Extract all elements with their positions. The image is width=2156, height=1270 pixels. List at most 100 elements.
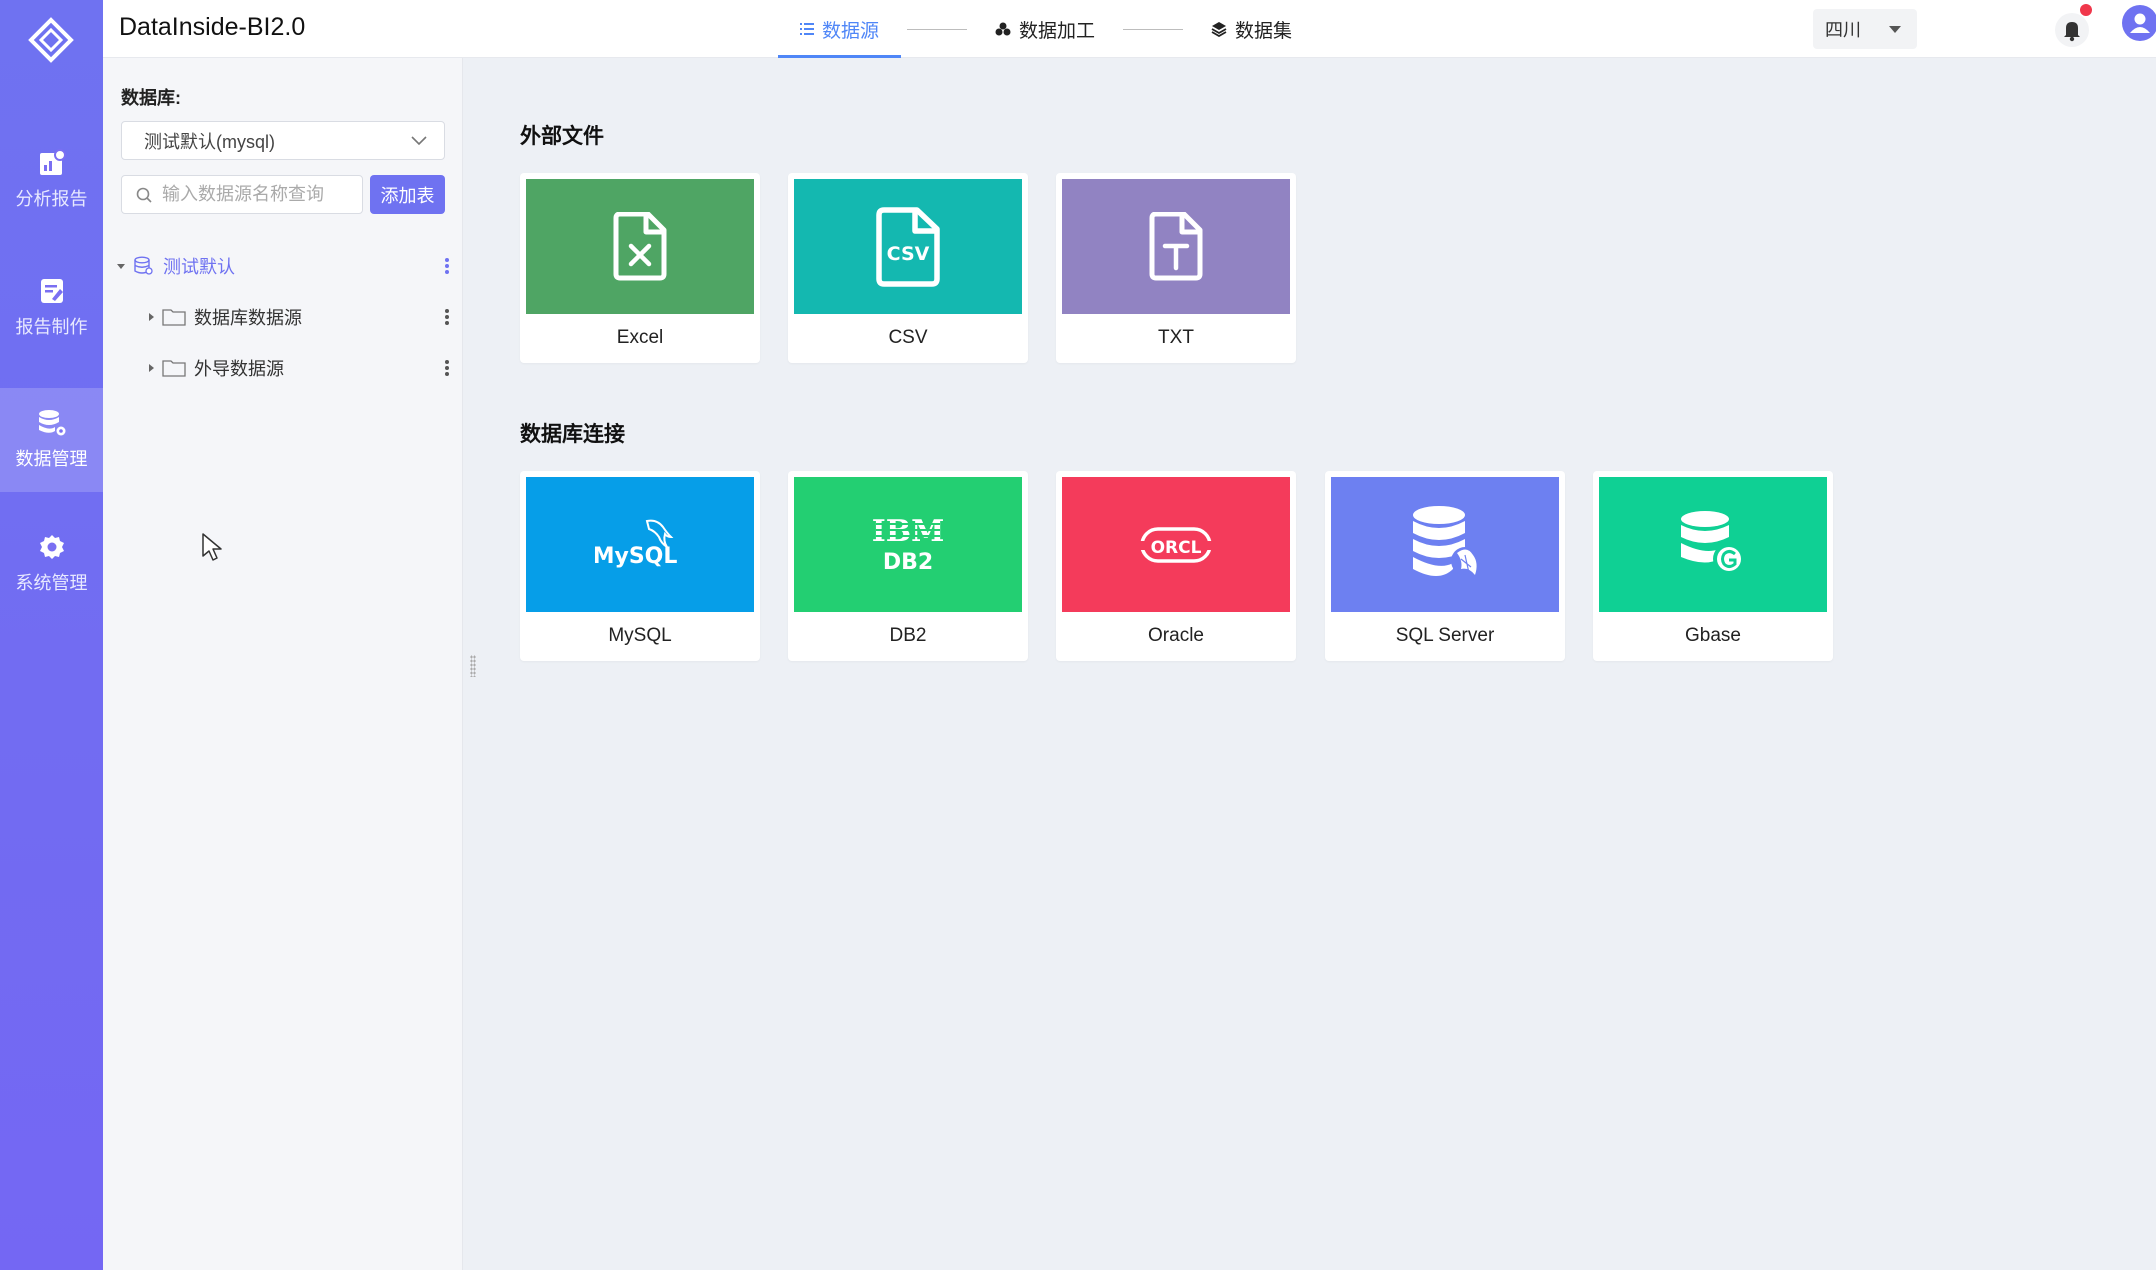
card-label: Excel bbox=[616, 327, 664, 348]
rail-item-label: 报告制作 bbox=[15, 317, 88, 337]
card-db2[interactable]: IBM DB2 DB2 bbox=[788, 471, 1028, 661]
list-icon bbox=[800, 23, 814, 35]
user-icon bbox=[2130, 13, 2150, 33]
add-table-button[interactable]: 添加表 bbox=[370, 175, 445, 214]
ibm-db2-logo-icon: IBM DB2 bbox=[872, 514, 945, 575]
app-logo-icon[interactable] bbox=[27, 16, 75, 64]
tab-data-source[interactable]: 数据源 bbox=[778, 0, 902, 58]
excel-file-icon bbox=[613, 211, 667, 280]
tab-data-processing[interactable]: 数据加工 bbox=[973, 0, 1117, 58]
card-label: Oracle bbox=[1148, 625, 1204, 646]
tile-excel bbox=[526, 179, 754, 314]
rail-item-system-management[interactable]: 系统管理 bbox=[0, 512, 103, 616]
sql-server-logo-icon bbox=[1413, 505, 1479, 576]
notification-badge bbox=[2080, 4, 2092, 16]
workflow-steps: 数据源 数据加工 数据集 bbox=[778, 0, 1314, 58]
edit-report-icon bbox=[40, 279, 63, 303]
chart-report-icon bbox=[39, 149, 66, 175]
tile-sql-server bbox=[1331, 477, 1559, 612]
gbase-logo-icon bbox=[1681, 510, 1745, 575]
caret-right-icon[interactable] bbox=[149, 313, 154, 321]
more-vertical-icon[interactable] bbox=[445, 258, 449, 274]
rail-item-label: 数据管理 bbox=[15, 449, 88, 469]
chevron-down-icon bbox=[411, 136, 427, 146]
database-settings-icon bbox=[38, 410, 65, 436]
svg-text:ORCL: ORCL bbox=[1151, 538, 1202, 558]
tree-node-database-source[interactable]: 数据库数据源 bbox=[103, 299, 463, 335]
tile-gbase bbox=[1599, 477, 1827, 612]
tile-db2: IBM DB2 bbox=[794, 477, 1022, 612]
database-icon bbox=[134, 256, 153, 275]
svg-text:MySQL: MySQL bbox=[595, 544, 677, 569]
tab-dataset[interactable]: 数据集 bbox=[1189, 0, 1314, 58]
app-title: DataInside-BI2.0 bbox=[119, 13, 306, 41]
card-txt[interactable]: TXT bbox=[1056, 173, 1296, 363]
notification-button[interactable] bbox=[2055, 13, 2089, 47]
bell-icon bbox=[2064, 22, 2080, 42]
card-label: CSV bbox=[888, 327, 928, 348]
caret-right-icon[interactable] bbox=[149, 364, 154, 372]
card-oracle[interactable]: ORCL Oracle bbox=[1056, 471, 1296, 661]
tile-oracle: ORCL bbox=[1062, 477, 1290, 612]
svg-text:CSV: CSV bbox=[887, 243, 930, 265]
tree-node-label: 数据库数据源 bbox=[194, 308, 302, 328]
more-vertical-icon[interactable] bbox=[445, 360, 449, 376]
datasource-panel: 数据库: 测试默认(mysql) 添加表 测试默认 数据库数据源 bbox=[103, 58, 463, 1270]
top-bar: DataInside-BI2.0 数据源 数据加工 数据集 四川 bbox=[103, 0, 2156, 58]
left-rail: 分析报告 报告制作 数据管理 系统管理 bbox=[0, 0, 103, 1270]
rail-item-label: 分析报告 bbox=[15, 189, 88, 209]
region-select[interactable]: 四川 bbox=[1813, 9, 1917, 49]
tile-txt bbox=[1062, 179, 1290, 314]
tree-node-label: 外导数据源 bbox=[194, 359, 284, 379]
card-mysql[interactable]: MySQL MySQL bbox=[520, 471, 760, 661]
search-box bbox=[121, 175, 363, 214]
avatar[interactable] bbox=[2122, 5, 2156, 41]
region-value: 四川 bbox=[1825, 20, 1861, 40]
mysql-logo-icon: MySQL bbox=[595, 519, 677, 569]
section-title-external-files: 外部文件 bbox=[520, 125, 604, 148]
folder-icon bbox=[162, 360, 186, 377]
rail-item-report-making[interactable]: 报告制作 bbox=[0, 256, 103, 360]
card-label: MySQL bbox=[608, 625, 672, 646]
card-label: SQL Server bbox=[1395, 625, 1495, 646]
rail-item-label: 系统管理 bbox=[15, 573, 88, 593]
csv-file-icon: CSV bbox=[876, 206, 940, 287]
card-label: TXT bbox=[1158, 327, 1194, 348]
oracle-logo-icon: ORCL bbox=[1136, 526, 1216, 563]
card-gbase[interactable]: Gbase bbox=[1593, 471, 1833, 661]
card-sql-server[interactable]: SQL Server bbox=[1325, 471, 1565, 661]
more-vertical-icon[interactable] bbox=[445, 309, 449, 325]
caret-down-icon[interactable] bbox=[117, 263, 125, 269]
step-connector bbox=[907, 28, 968, 30]
card-label: Gbase bbox=[1685, 625, 1741, 646]
svg-text:IBM: IBM bbox=[872, 514, 945, 549]
section-title-database-connections: 数据库连接 bbox=[520, 423, 625, 446]
tree-node-label: 测试默认 bbox=[163, 257, 235, 277]
tree-node-root[interactable]: 测试默认 bbox=[103, 248, 463, 284]
tile-csv: CSV bbox=[794, 179, 1022, 314]
nodes-icon bbox=[995, 22, 1011, 36]
svg-text:DB2: DB2 bbox=[883, 550, 933, 575]
card-csv[interactable]: CSV CSV bbox=[788, 173, 1028, 363]
mouse-pointer-icon bbox=[202, 533, 222, 561]
tile-mysql: MySQL bbox=[526, 477, 754, 612]
card-label: DB2 bbox=[889, 625, 927, 646]
tab-label: 数据加工 bbox=[1019, 20, 1096, 42]
step-connector bbox=[1123, 28, 1184, 30]
search-input[interactable] bbox=[162, 184, 352, 205]
rail-item-data-management[interactable]: 数据管理 bbox=[0, 388, 103, 492]
tab-label: 数据源 bbox=[822, 20, 880, 42]
search-icon bbox=[136, 187, 152, 203]
card-excel[interactable]: Excel bbox=[520, 173, 760, 363]
rail-item-analysis-report[interactable]: 分析报告 bbox=[0, 128, 103, 232]
gear-icon bbox=[39, 535, 64, 559]
database-label: 数据库: bbox=[121, 88, 181, 108]
layers-icon bbox=[1211, 22, 1227, 37]
tab-label: 数据集 bbox=[1235, 20, 1293, 42]
database-select-value: 测试默认(mysql) bbox=[144, 131, 275, 152]
tree-node-imported-source[interactable]: 外导数据源 bbox=[103, 350, 463, 386]
database-select[interactable]: 测试默认(mysql) bbox=[121, 121, 445, 160]
txt-file-icon bbox=[1149, 211, 1203, 280]
panel-resize-handle[interactable] bbox=[470, 655, 476, 677]
folder-icon bbox=[162, 309, 186, 326]
